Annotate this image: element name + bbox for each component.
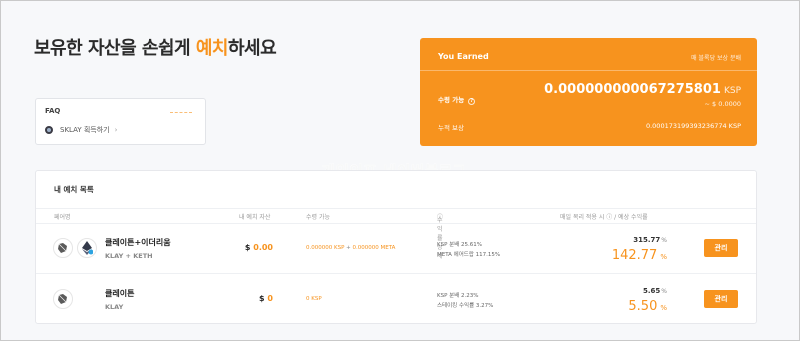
apr-expected-value: 142.77 [611,248,658,263]
earned-subtitle: 매 블록당 보상 분배 [691,55,741,62]
headline-accent: 예치 [195,38,229,59]
apr-compound-pct: % [661,237,667,244]
rate-line: 스테이킹 수익률 3.27% [437,303,494,309]
claimable-plus: + [344,245,353,251]
pool-pair: KLAY [105,303,124,311]
claimable-label: 수령 가능? [438,94,476,105]
claimable-ksp: 0.000000 KSP [306,245,345,251]
claimable-value: 0.000000000067275801 [544,82,721,97]
apr-compound-pct: % [661,288,667,295]
apr-compound-value: 5.65 [643,287,661,295]
faq-decoration [170,112,192,113]
deposit-currency: $ [259,294,265,303]
earned-divider [420,70,757,71]
apr-expected-value: 5.50 [628,299,658,314]
sklay-coin-icon [45,126,53,134]
klay-token-icon [53,289,73,309]
apr-expected-pct: % [660,253,667,261]
column-deposit: 내 예치 자산 [239,214,271,221]
rate-line: KSP 분배 2.23% [437,293,479,299]
claimable-amount: 0.000000000067275801 KSP [544,82,741,97]
klay-token-icon [53,238,73,258]
pool-token-icons [53,289,73,309]
claimable-rewards: 0.000000 KSP + 0.000000 META [306,245,395,251]
faq-title: FAQ [45,107,61,115]
faq-link-get-sklay[interactable]: SKLAY 획득하기 › [45,125,117,135]
apr-expected-pct: % [660,304,667,312]
cumulative-label: 누적 보상 [438,124,464,132]
apr-expected: 5.50% [628,299,667,314]
headline-suffix: 하세요 [227,38,277,59]
page-headline: 보유한 자산을 손쉽게 예치하세요 [34,34,277,60]
rate-line: KSP 분배 25.61% [437,242,483,248]
table-row: 클레이튼+이더리움 KLAY + KETH $ 0.00 0.000000 KS… [36,224,756,274]
apr-compound-value: 315.77 [633,236,661,244]
column-apr: 매일 복리 적용 시 ⓘ / 예상 수익률 [560,214,648,221]
table-header: 페어명 내 예치 자산 수령 가능 수익률 상세 ⓘ 매일 복리 적용 시 ⓘ … [36,208,756,260]
pool-token-icons [53,238,97,258]
help-icon[interactable]: ? [468,98,476,105]
column-claimable: 수령 가능 [306,214,330,221]
deposit-value: 0 [267,294,273,303]
deposit-currency: $ [244,243,251,252]
cumulative-unit: 4 KSP [722,122,741,130]
apr-expected: 142.77% [612,248,667,263]
apr-compound: 315.77% [633,236,667,244]
table-row: 클레이튼 KLAY $ 0 0 KSP KSP 분배 2.23% 스테이킹 수익률… [36,275,756,325]
claimable-rewards: 0 KSP [306,296,322,302]
column-rate-detail: 수익률 상세 ⓘ [437,214,444,260]
deposit-list-title: 내 예치 목록 [54,185,94,194]
deposit-amount: $ 0.00 [245,243,273,252]
faq-link-label: SKLAY 획득하기 [60,126,110,134]
rate-line: META 에어드랍 117.15% [437,252,501,258]
apr-compound: 5.65% [643,287,667,295]
deposit-amount: $ 0 [259,294,273,303]
manage-button[interactable]: 관리 [704,290,738,308]
deposit-list-card: 내 예치 목록 페어명 내 예치 자산 수령 가능 수익률 상세 ⓘ 매일 복리… [35,170,757,324]
claimable-usd: ~ $ 0.0000 [704,100,741,108]
earned-card: You Earned 매 블록당 보상 분배 수령 가능? 0.00000000… [420,38,757,146]
claimable-label-text: 수령 가능 [438,96,465,104]
manage-button[interactable]: 관리 [704,239,738,257]
headline-text: 보유한 자산을 손쉽게 [34,38,196,59]
pool-name: 클레이튼+이더리움 [105,238,171,247]
earned-title: You Earned [438,52,489,61]
keth-token-icon [77,238,97,258]
faq-card: FAQ SKLAY 획득하기 › [35,98,206,145]
cumulative-value: 0.00017319939323677 [645,122,723,130]
column-pool: 페어명 [54,214,71,221]
rate-detail: KSP 분배 25.61% META 에어드랍 117.15% [437,240,500,260]
claimable-ksp: 0 KSP [306,296,322,302]
pool-pair: KLAY + KETH [105,252,153,260]
pool-name: 클레이튼 [105,289,135,298]
rate-detail: KSP 분배 2.23% 스테이킹 수익률 3.27% [437,291,493,311]
claimable-meta: 0.000000 META [352,245,396,251]
deposit-value: 0.00 [253,243,273,252]
cumulative-amount: 0.000173199393236774 KSP [646,122,741,130]
claimable-unit: KSP [723,86,741,96]
chevron-right-icon: › [114,126,118,134]
